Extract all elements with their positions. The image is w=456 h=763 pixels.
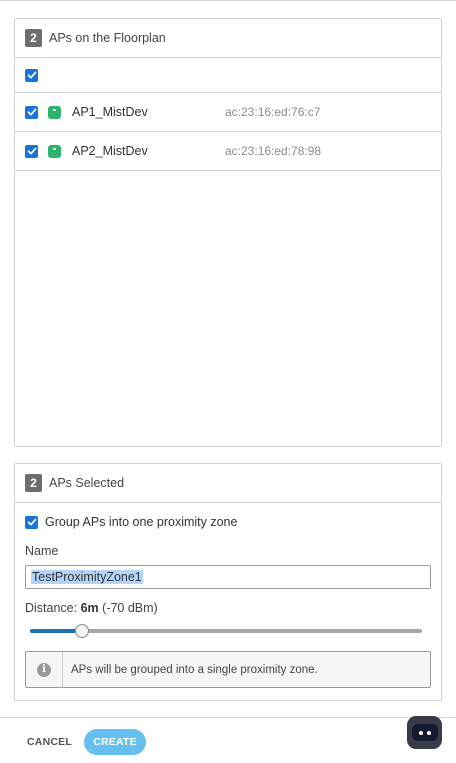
top-divider xyxy=(0,0,456,1)
distance-value: 6m xyxy=(80,601,99,615)
ap-mac: ac:23:16:ed:78:98 xyxy=(225,144,322,158)
selected-panel-title: APs Selected xyxy=(49,476,125,490)
chat-assistant-button[interactable] xyxy=(407,716,442,749)
group-option-row: Group APs into one proximity zone xyxy=(25,515,431,529)
selected-count-badge: 2 xyxy=(25,474,42,492)
group-checkbox-label[interactable]: Group APs into one proximity zone xyxy=(45,515,237,529)
selected-panel-body: Group APs into one proximity zone Name T… xyxy=(15,503,441,688)
floorplan-panel-title: APs on the Floorplan xyxy=(49,31,166,45)
ap-name: AP2_MistDev xyxy=(72,144,148,158)
distance-slider[interactable] xyxy=(30,624,422,638)
name-label: Name xyxy=(25,544,59,558)
checkmark-icon xyxy=(27,108,36,116)
floorplan-panel-header: 2 APs on the Floorplan xyxy=(15,19,441,58)
robot-eye xyxy=(418,730,423,735)
robot-eye xyxy=(426,730,431,735)
ap-checkbox[interactable] xyxy=(25,105,38,119)
select-all-row xyxy=(15,58,441,93)
checkmark-icon xyxy=(27,147,36,155)
slider-thumb[interactable] xyxy=(75,624,90,638)
distance-dbm: (-70 dBm) xyxy=(102,601,158,615)
info-icon: i xyxy=(37,662,51,677)
ap-checkbox[interactable] xyxy=(25,144,38,158)
ap-name: AP1_MistDev xyxy=(72,105,148,119)
selected-aps-panel: 2 APs Selected Group APs into one proxim… xyxy=(14,463,442,701)
ap-status-icon xyxy=(48,144,61,158)
distance-readout: Distance: 6m (-70 dBm) xyxy=(25,601,431,615)
group-checkbox[interactable] xyxy=(25,515,38,529)
dialog-footer: CANCEL CREATE xyxy=(0,717,456,763)
zone-name-value: TestProximityZone1 xyxy=(31,570,143,584)
proximity-zone-dialog: 2 APs on the Floorplan AP1_MistDev ac:23… xyxy=(0,0,456,763)
cancel-button[interactable]: CANCEL xyxy=(27,736,72,748)
ap-row[interactable]: AP2_MistDev ac:23:16:ed:78:98 xyxy=(15,132,441,171)
select-all-checkbox[interactable] xyxy=(25,68,38,82)
ap-row[interactable]: AP1_MistDev ac:23:16:ed:76:c7 xyxy=(15,93,441,132)
floorplan-count-badge: 2 xyxy=(25,29,42,47)
info-message: i APs will be grouped into a single prox… xyxy=(25,651,431,688)
robot-icon xyxy=(411,724,438,741)
info-icon-cell: i xyxy=(26,652,63,687)
zone-name-input[interactable]: TestProximityZone1 xyxy=(25,565,431,589)
floorplan-aps-panel: 2 APs on the Floorplan AP1_MistDev ac:23… xyxy=(14,18,442,447)
selected-panel-header: 2 APs Selected xyxy=(15,464,441,503)
info-text: APs will be grouped into a single proxim… xyxy=(71,663,318,676)
distance-label: Distance: xyxy=(25,601,78,615)
checkmark-icon xyxy=(27,71,36,79)
checkmark-icon xyxy=(27,518,36,526)
ap-mac: ac:23:16:ed:76:c7 xyxy=(225,105,321,119)
ap-status-icon xyxy=(48,105,61,119)
create-button[interactable]: CREATE xyxy=(84,729,146,755)
